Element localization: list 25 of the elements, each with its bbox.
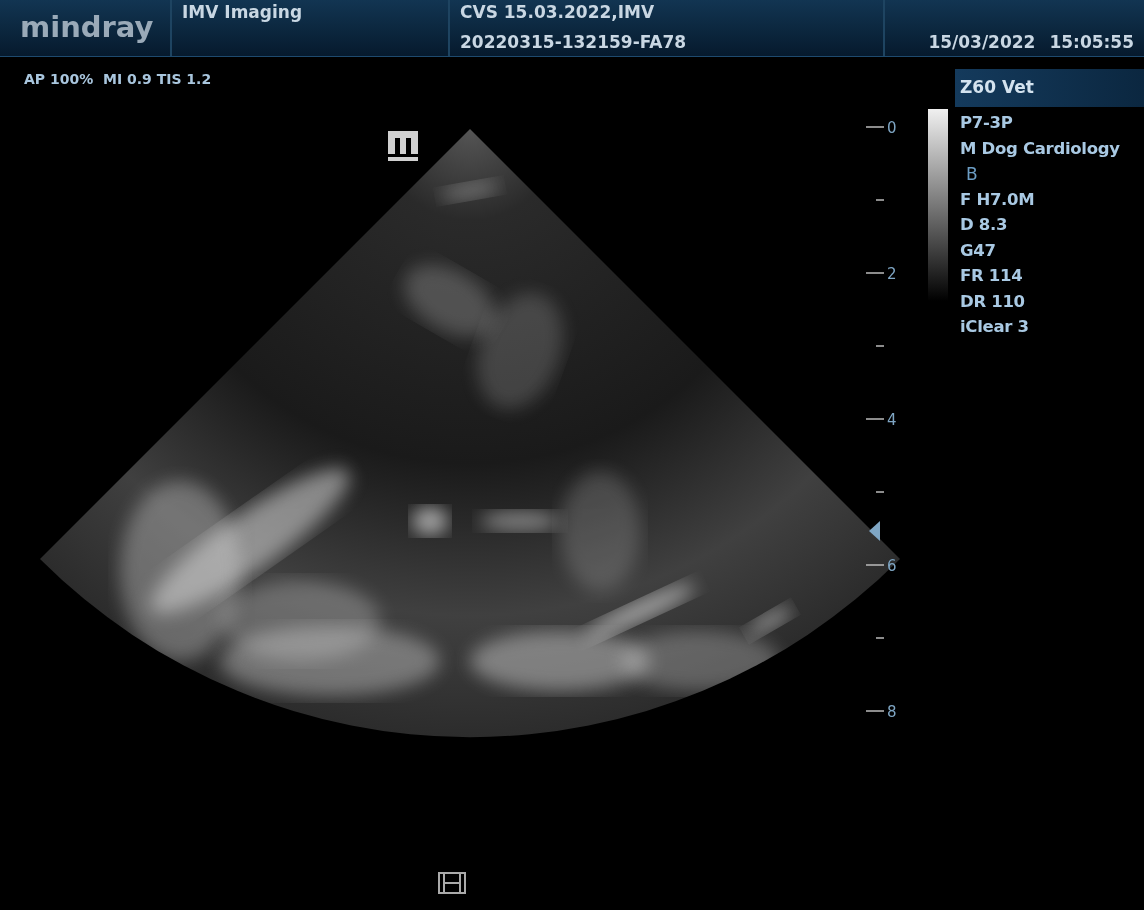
parameter-readout: M Dog Cardiology (960, 138, 1121, 160)
parameter-readout: DR 110 (960, 291, 1026, 313)
parameter-readout: FR 114 (960, 266, 1024, 287)
depth-label: 6 (887, 557, 897, 575)
orientation-mark-icon (388, 131, 418, 161)
depth-label: 8 (887, 703, 897, 721)
parameter-readout: D 8.3 (960, 215, 1009, 236)
depth-label: 4 (887, 411, 897, 429)
logo: mindray (20, 9, 154, 47)
cine-icon (438, 872, 466, 894)
parameter-readout: iClear 3 (960, 317, 1030, 338)
exam-time: 15:05:55 (1049, 32, 1134, 52)
parameter-readout: F H7.0M (960, 189, 1036, 211)
acoustic-output-readout: AP 100% MI 0.9 TIS 1.2 (23, 70, 213, 89)
focus-marker-icon (869, 521, 880, 541)
parameter-readout: G47 (960, 240, 997, 262)
patient-info: CVS 15.03.2022,IMV (460, 2, 656, 22)
system-name: Z60 Vet (955, 69, 1144, 107)
parameter-readout: P7-3P (960, 113, 1014, 134)
exam-title: IMV Imaging (182, 2, 304, 22)
exam-date: 15/03/2022 (928, 32, 1036, 52)
imaging-mode: B (965, 164, 979, 186)
depth-label: 2 (887, 265, 897, 283)
exam-id: 20220315-132159-FA78 (460, 32, 688, 52)
depth-label: 0 (887, 119, 897, 137)
